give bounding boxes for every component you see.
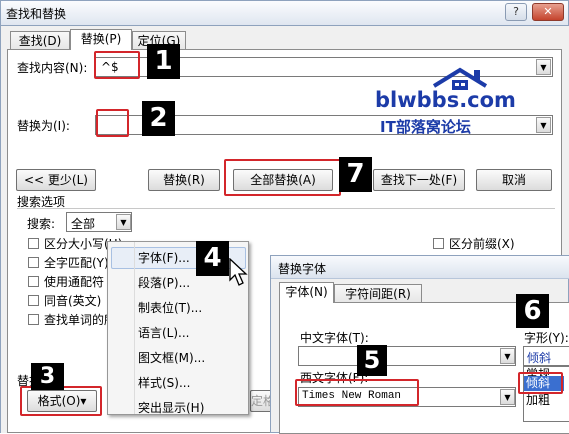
checkbox-sounds-like-label: 同音(英文)	[44, 294, 102, 308]
tab-find[interactable]: 查找(D)	[10, 31, 70, 50]
cancel-button[interactable]: 取消	[476, 169, 552, 191]
marker-3: 3	[31, 363, 64, 390]
style-value: 倾斜	[527, 351, 552, 365]
marker-2: 2	[142, 101, 175, 136]
font-tab-font[interactable]: 字体(N)	[279, 282, 334, 303]
close-button[interactable]: ✕	[532, 3, 564, 21]
menu-gutter	[134, 242, 135, 414]
menu-item-paragraph[interactable]: 段落(P)...	[138, 273, 190, 293]
checkbox-match-prefix-label: 区分前缀(X)	[449, 237, 515, 251]
marker-6: 6	[516, 294, 549, 328]
checkbox-wildcards[interactable]	[28, 276, 39, 287]
style-label: 字形(Y):	[524, 331, 569, 345]
west-font-dropdown-icon[interactable]: ▼	[500, 389, 515, 405]
menu-item-highlight[interactable]: 突出显示(H)	[138, 398, 204, 418]
search-direction-value: 全部	[71, 217, 96, 231]
search-direction-dropdown-icon[interactable]: ▼	[116, 214, 131, 230]
marker-5: 5	[357, 345, 387, 376]
marker-1: 1	[147, 44, 180, 79]
tab-replace[interactable]: 替换(P)	[70, 29, 132, 50]
divider	[17, 208, 555, 209]
font-tab-spacing[interactable]: 字符间距(R)	[334, 284, 422, 303]
checkbox-whole-word-label: 全字匹配(Y)	[44, 256, 109, 270]
annotation-box-style	[518, 372, 563, 394]
find-next-button[interactable]: 查找下一处(F)	[373, 169, 465, 191]
checkbox-sounds-like[interactable]	[28, 295, 39, 306]
style-input[interactable]: 倾斜	[523, 346, 569, 366]
checkbox-word-forms[interactable]	[28, 314, 39, 325]
logo-site-text: blwbbs.com	[375, 88, 516, 112]
replace-button[interactable]: 替换(R)	[148, 169, 220, 191]
window-title: 查找和替换	[6, 7, 67, 21]
search-direction-label: 搜索:	[27, 217, 56, 231]
marker-7: 7	[339, 157, 372, 192]
menu-item-tabs[interactable]: 制表位(T)...	[138, 298, 202, 318]
annotation-box-replace	[96, 109, 129, 137]
menu-item-style[interactable]: 样式(S)...	[138, 373, 190, 393]
marker-4: 4	[196, 241, 229, 276]
checkbox-whole-word[interactable]	[28, 257, 39, 268]
replace-label: 替换为(I):	[17, 119, 70, 133]
checkbox-match-case[interactable]	[28, 238, 39, 249]
replace-font-dialog: 替换字体 字体(N) 字符间距(R) 中文字体(T): ▼ 西文字体(F): T…	[270, 255, 569, 434]
cn-font-select[interactable]	[298, 346, 516, 366]
logo-caption: IT部落窝论坛	[380, 118, 471, 136]
find-dropdown-icon[interactable]: ▼	[536, 59, 551, 75]
find-label: 查找内容(N):	[17, 61, 88, 75]
checkbox-match-prefix[interactable]	[433, 238, 444, 249]
menu-item-language[interactable]: 语言(L)...	[138, 323, 190, 343]
cn-font-label: 中文字体(T):	[300, 331, 369, 345]
mouse-cursor-icon	[229, 257, 249, 291]
annotation-box-replace-all	[224, 159, 341, 196]
help-button[interactable]: ?	[505, 3, 527, 21]
annotation-box-format	[20, 386, 102, 416]
menu-item-frame[interactable]: 图文框(M)...	[138, 348, 205, 368]
annotation-box-find	[94, 51, 140, 79]
replace-dropdown-icon[interactable]: ▼	[536, 117, 551, 133]
less-button[interactable]: << 更少(L)	[16, 169, 96, 191]
special-button-partial[interactable]: 定格	[250, 390, 272, 412]
annotation-box-west-font	[295, 379, 419, 406]
title-bar	[0, 0, 569, 26]
cn-font-dropdown-icon[interactable]: ▼	[500, 348, 515, 364]
menu-item-font[interactable]: 字体(F)...	[138, 248, 190, 268]
checkbox-wildcards-label: 使用通配符	[44, 275, 105, 289]
font-dialog-title: 替换字体	[278, 262, 327, 276]
checkbox-word-forms-label: 查找单词的所	[44, 313, 117, 327]
